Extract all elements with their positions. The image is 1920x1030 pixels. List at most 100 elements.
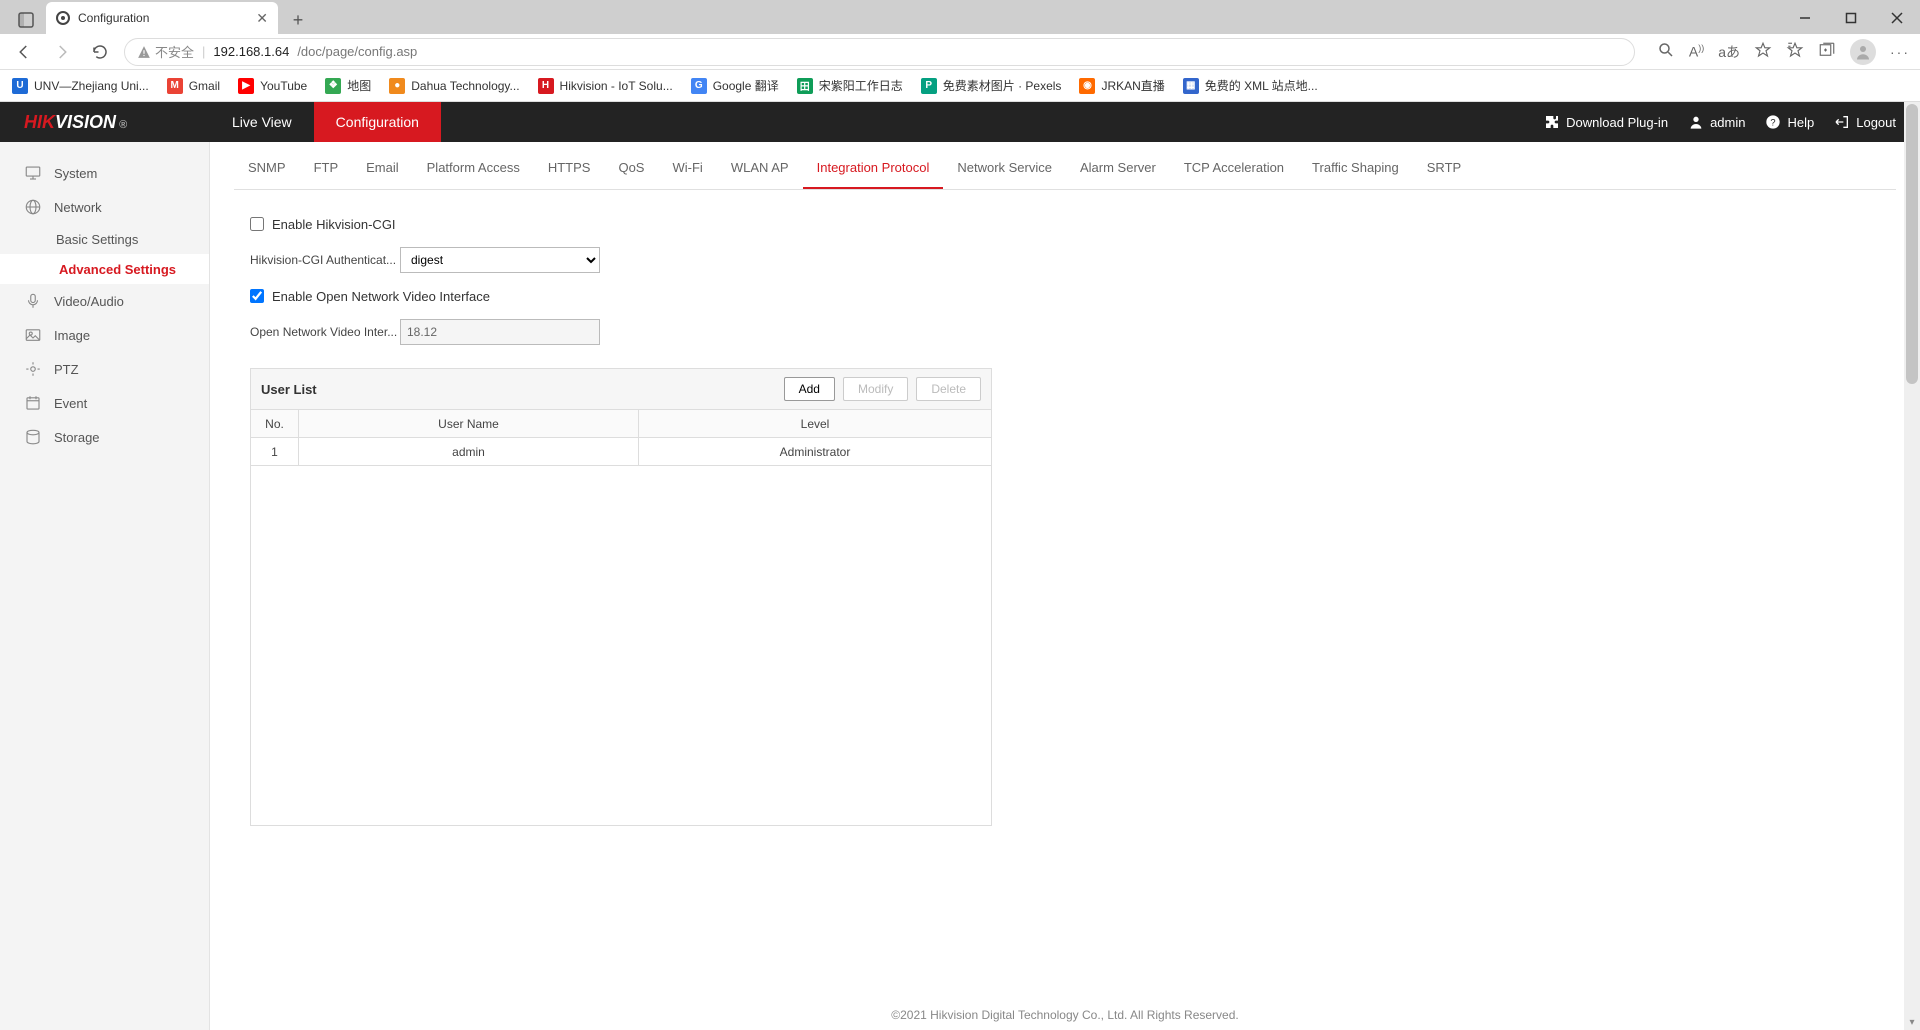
bookmark-favicon: G (691, 78, 707, 94)
enable-cgi-checkbox[interactable] (250, 217, 264, 231)
subtab-integration-protocol[interactable]: Integration Protocol (803, 148, 944, 189)
window-minimize-button[interactable] (1782, 2, 1828, 34)
cgi-auth-select[interactable]: digest (400, 247, 600, 273)
bookmark-item[interactable]: P免费素材图片 · Pexels (921, 77, 1062, 94)
svg-text:?: ? (1771, 117, 1776, 127)
url-field[interactable]: 不安全 | 192.168.1.64/doc/page/config.asp (124, 38, 1635, 66)
not-secure-icon: 不安全 (137, 42, 194, 61)
nav-back-button[interactable] (10, 38, 38, 66)
sidebar-sub-basic-settings[interactable]: Basic Settings (0, 224, 209, 254)
sidebar-item-system[interactable]: System (0, 156, 209, 190)
add-button[interactable]: Add (784, 377, 835, 401)
profile-avatar[interactable] (1850, 39, 1876, 65)
col-level: Level (639, 410, 992, 438)
sidebar-item-event[interactable]: Event (0, 386, 209, 420)
puzzle-icon (1544, 114, 1560, 130)
bookmark-item[interactable]: U UNV—Zhejiang Uni... (12, 78, 149, 94)
bookmark-item[interactable]: ▶YouTube (238, 78, 307, 94)
nav-reload-button[interactable] (86, 38, 114, 66)
search-icon[interactable] (1657, 41, 1675, 62)
browser-menu-icon[interactable]: ··· (1890, 44, 1910, 60)
vertical-scrollbar[interactable]: ▾ (1904, 102, 1920, 1030)
subtab-srtp[interactable]: SRTP (1413, 148, 1475, 189)
bookmark-favicon: U (12, 78, 28, 94)
bookmark-item[interactable]: ●Dahua Technology... (389, 78, 519, 94)
onvif-version-input (400, 319, 600, 345)
bookmark-item[interactable]: ◉JRKAN直播 (1079, 77, 1164, 94)
bookmark-item[interactable]: ▦免费的 XML 站点地... (1183, 77, 1318, 94)
subtab-ftp[interactable]: FTP (300, 148, 353, 189)
subtab-wlan-ap[interactable]: WLAN AP (717, 148, 803, 189)
browser-tab-active[interactable]: Configuration ✕ (46, 2, 278, 34)
url-path: /doc/page/config.asp (297, 44, 417, 59)
subtab-alarm-server[interactable]: Alarm Server (1066, 148, 1170, 189)
favorite-icon[interactable] (1754, 41, 1772, 62)
scrollbar-thumb[interactable] (1906, 104, 1918, 384)
subtab-platform-access[interactable]: Platform Access (413, 148, 534, 189)
subtab-bar: SNMPFTPEmailPlatform AccessHTTPSQoSWi-Fi… (234, 142, 1896, 190)
subtab-traffic-shaping[interactable]: Traffic Shaping (1298, 148, 1413, 189)
modify-button[interactable]: Modify (843, 377, 908, 401)
new-tab-button[interactable]: + (284, 6, 312, 34)
nav-live-view[interactable]: Live View (210, 102, 314, 142)
nav-configuration[interactable]: Configuration (314, 102, 441, 142)
delete-button[interactable]: Delete (916, 377, 981, 401)
enable-cgi-label: Enable Hikvision-CGI (272, 217, 396, 232)
read-aloud-icon[interactable]: A)) (1689, 43, 1704, 60)
subtab-snmp[interactable]: SNMP (234, 148, 300, 189)
browser-addressbar: 不安全 | 192.168.1.64/doc/page/config.asp A… (0, 34, 1920, 70)
nav-forward-button[interactable] (48, 38, 76, 66)
user-icon (1688, 114, 1704, 130)
subtab-wi-fi[interactable]: Wi-Fi (658, 148, 716, 189)
bookmark-item[interactable]: H Hikvision - IoT Solu... (538, 78, 673, 94)
bookmark-label: Hikvision - IoT Solu... (560, 79, 673, 93)
enable-onvif-label: Enable Open Network Video Interface (272, 289, 490, 304)
config-sidebar: System Network Basic Settings Advanced S… (0, 142, 210, 1030)
hikvision-logo: HIKVISION ® (0, 112, 210, 133)
sidebar-item-storage[interactable]: Storage (0, 420, 209, 454)
event-icon (24, 394, 42, 412)
translate-icon[interactable]: aあ (1718, 42, 1740, 62)
sidebar-item-ptz[interactable]: PTZ (0, 352, 209, 386)
user-list-title: User List (261, 382, 317, 397)
network-icon (24, 198, 42, 216)
bookmark-item[interactable]: MGmail (167, 78, 220, 94)
subtab-qos[interactable]: QoS (604, 148, 658, 189)
onvif-version-label: Open Network Video Inter... (250, 325, 400, 339)
bookmark-item[interactable]: 田宋紫阳工作日志 (797, 77, 903, 94)
subtab-https[interactable]: HTTPS (534, 148, 605, 189)
bookmark-label: 免费素材图片 · Pexels (943, 77, 1062, 94)
tab-close-icon[interactable]: ✕ (256, 10, 268, 27)
sidebar-sub-advanced-settings[interactable]: Advanced Settings (0, 254, 209, 284)
subtab-network-service[interactable]: Network Service (943, 148, 1066, 189)
bookmark-item[interactable]: G Google 翻译 (691, 77, 779, 94)
system-icon (24, 164, 42, 182)
bookmark-label: Google 翻译 (713, 77, 779, 94)
favorites-list-icon[interactable] (1786, 41, 1804, 62)
tab-overview-button[interactable] (12, 6, 40, 34)
table-row[interactable]: 1adminAdministrator (251, 438, 992, 466)
bookmarks-bar: U UNV—Zhejiang Uni... MGmail ▶YouTube ❖地图 ●Da… (0, 70, 1920, 102)
cell-user: admin (299, 438, 639, 466)
ptz-icon (24, 360, 42, 378)
bookmark-item[interactable]: ❖地图 (325, 77, 371, 94)
cell-level: Administrator (639, 438, 992, 466)
bookmark-label: UNV—Zhejiang Uni... (34, 79, 149, 93)
bookmark-favicon: ▦ (1183, 78, 1199, 94)
subtab-tcp-acceleration[interactable]: TCP Acceleration (1170, 148, 1298, 189)
enable-onvif-checkbox[interactable] (250, 289, 264, 303)
mic-icon (24, 292, 42, 310)
collections-icon[interactable] (1818, 41, 1836, 62)
subtab-email[interactable]: Email (352, 148, 413, 189)
sidebar-item-network[interactable]: Network (0, 190, 209, 224)
sidebar-item-image[interactable]: Image (0, 318, 209, 352)
sidebar-item-video-audio[interactable]: Video/Audio (0, 284, 209, 318)
help-link[interactable]: ? Help (1765, 114, 1814, 130)
current-user[interactable]: admin (1688, 114, 1745, 130)
logout-link[interactable]: Logout (1834, 114, 1896, 130)
window-maximize-button[interactable] (1828, 2, 1874, 34)
download-plugin-link[interactable]: Download Plug-in (1544, 114, 1668, 130)
scrollbar-down-arrow[interactable]: ▾ (1904, 1017, 1920, 1028)
window-close-button[interactable] (1874, 2, 1920, 34)
bookmark-favicon: H (538, 78, 554, 94)
